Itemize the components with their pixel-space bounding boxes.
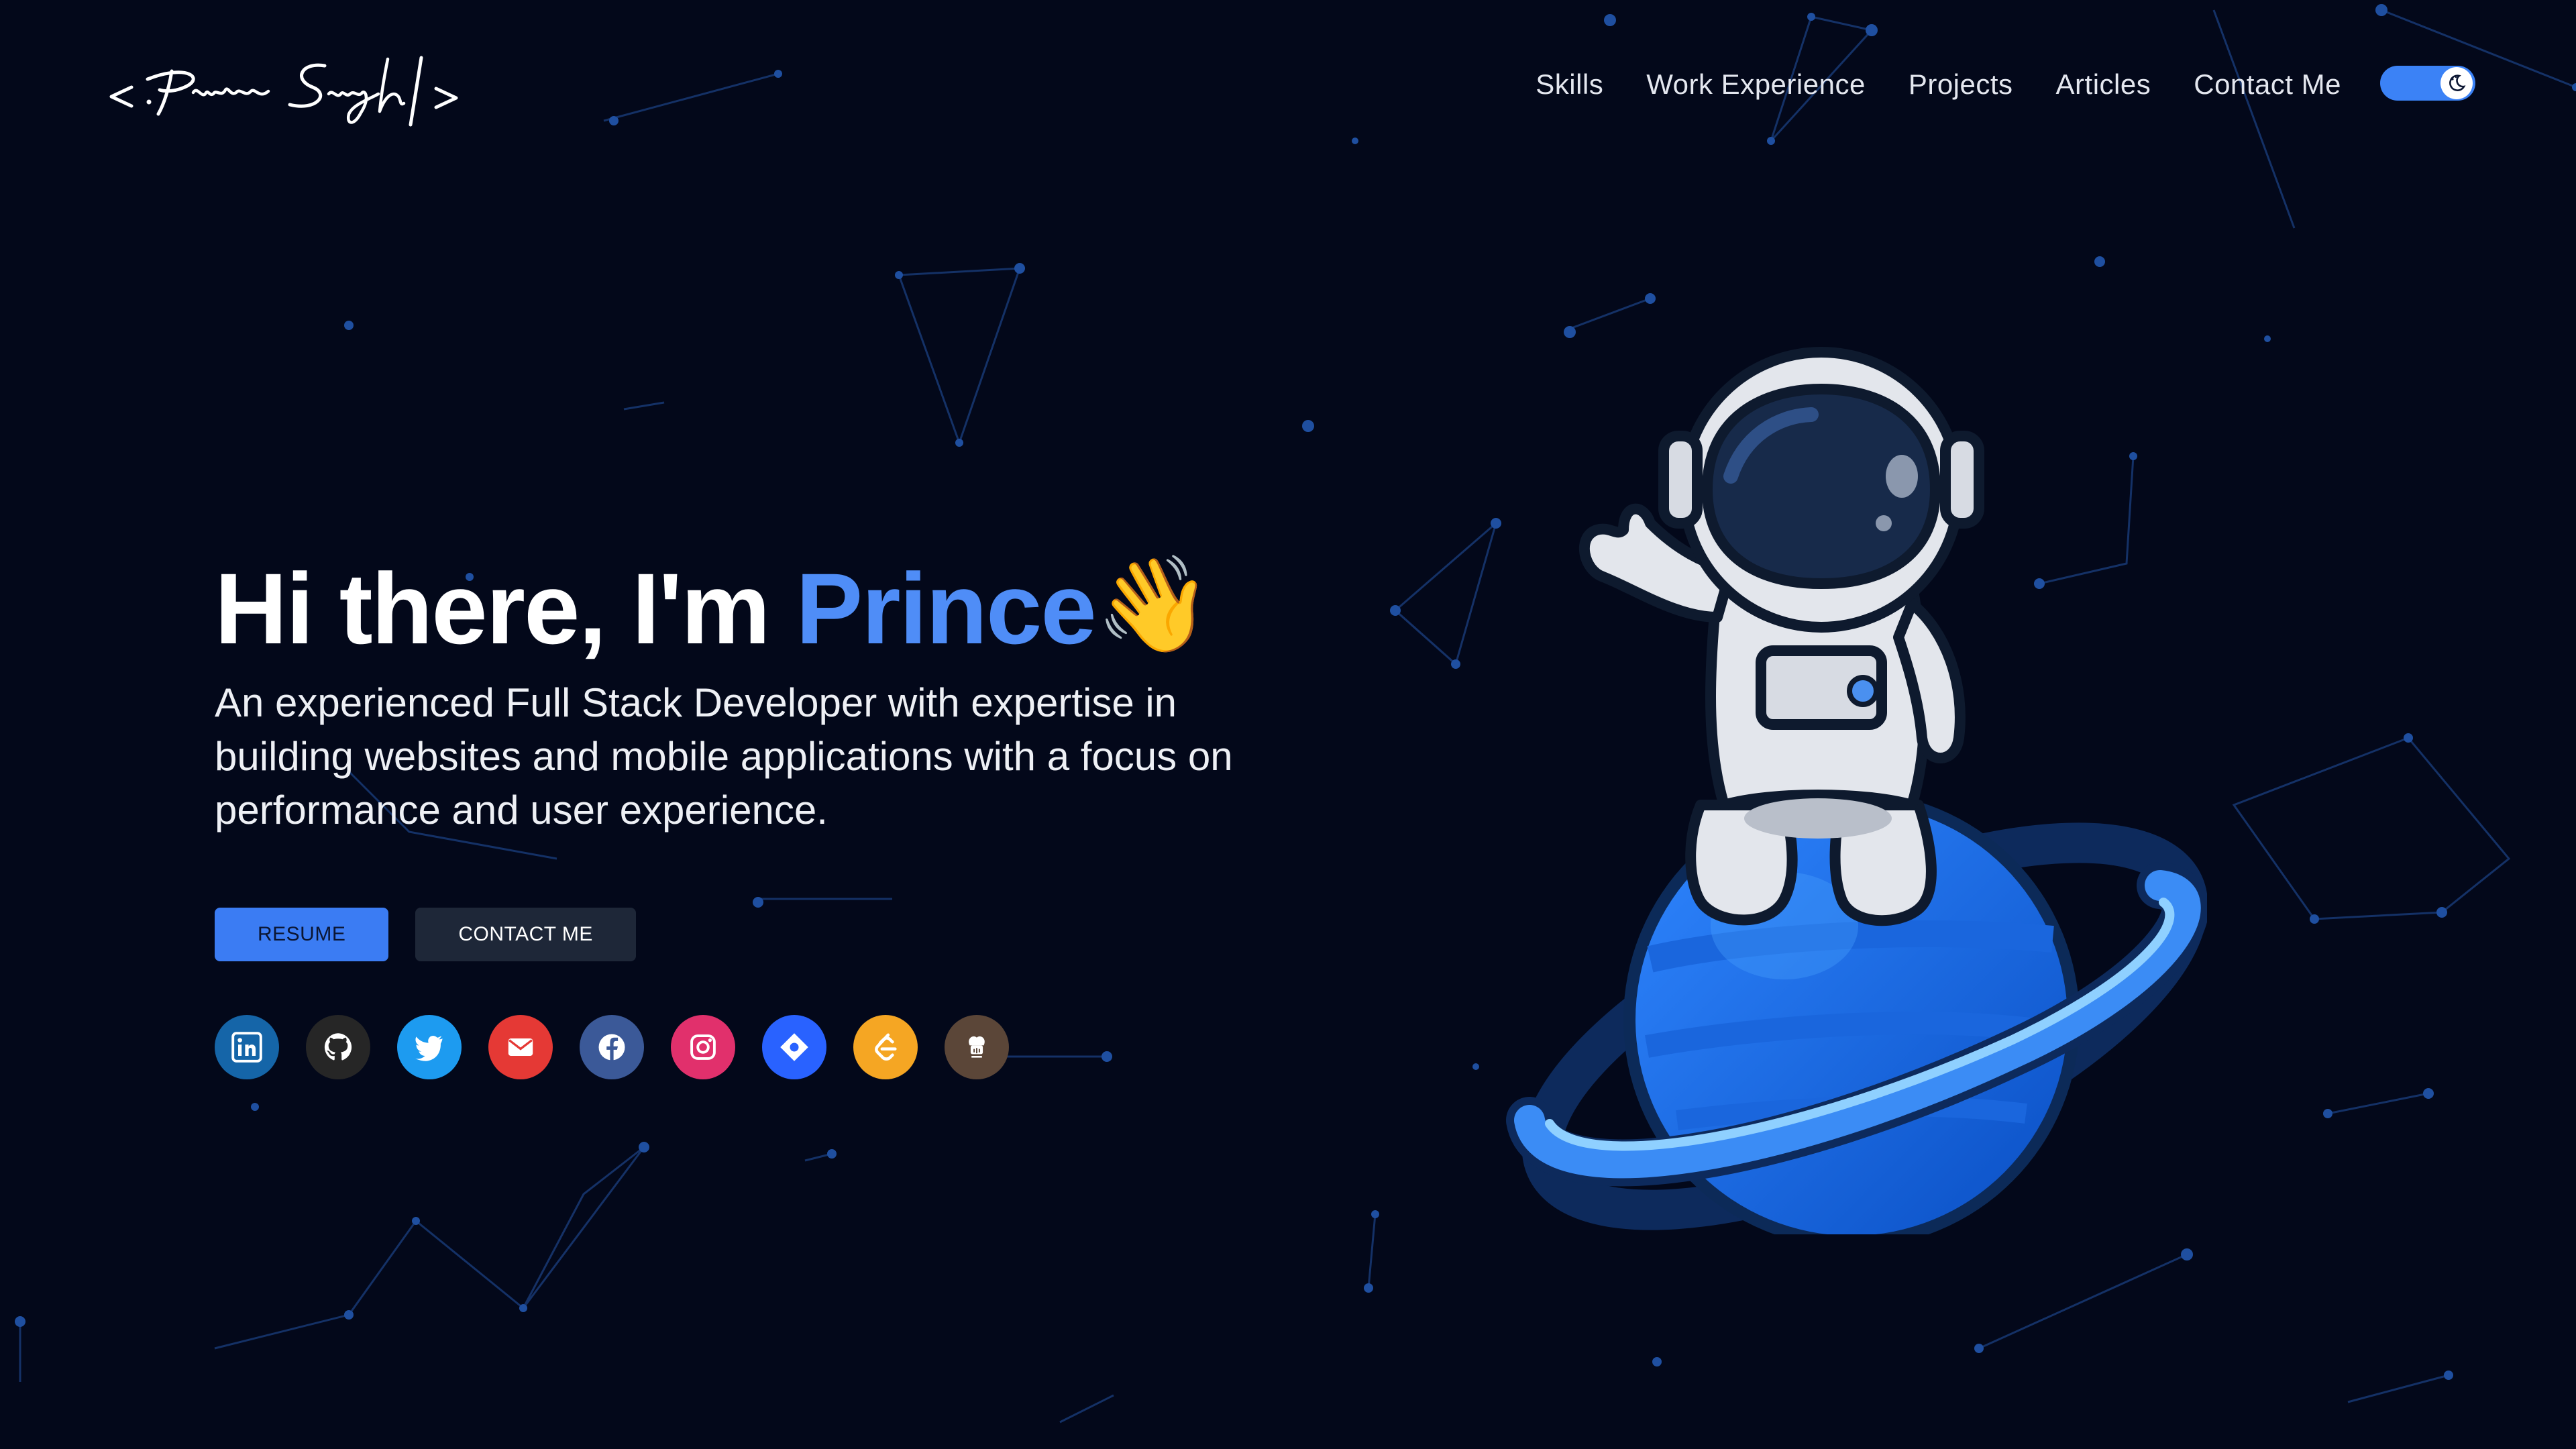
twitter-icon: [415, 1035, 443, 1061]
github-link[interactable]: [306, 1015, 370, 1079]
hashnode-icon: [780, 1033, 808, 1061]
twitter-link[interactable]: [397, 1015, 462, 1079]
hashnode-link[interactable]: [762, 1015, 826, 1079]
hero-buttons: RESUME CONTACT ME: [215, 908, 636, 961]
instagram-icon: [690, 1034, 716, 1060]
hero-section: Hi there, I'm Prince👋 An experienced Ful…: [215, 550, 1355, 837]
codechef-link[interactable]: [945, 1015, 1009, 1079]
linkedin-link[interactable]: [215, 1015, 279, 1079]
contact-me-button[interactable]: CONTACT ME: [415, 908, 636, 961]
leetcode-link[interactable]: [853, 1015, 918, 1079]
hero-description: An experienced Full Stack Developer with…: [215, 680, 1233, 833]
facebook-link[interactable]: [580, 1015, 644, 1079]
social-links: [215, 1015, 1009, 1079]
toggle-knob: [2440, 67, 2473, 99]
waving-hand-icon: 👋: [1095, 551, 1212, 657]
facebook-icon: [598, 1034, 625, 1061]
astronaut-planet-illustration: [1506, 347, 2207, 1234]
portfolio-page: Skills Work Experience Projects Articles…: [0, 0, 2576, 1449]
nav-projects[interactable]: Projects: [1909, 68, 2013, 101]
main-nav: Skills Work Experience Projects Articles…: [1536, 64, 2341, 105]
moon-icon: [2449, 74, 2466, 91]
nav-work-experience[interactable]: Work Experience: [1646, 68, 1866, 101]
hero-greeting: Hi there, I'm: [215, 552, 796, 665]
email-icon: [508, 1038, 533, 1056]
leetcode-icon: [875, 1033, 897, 1061]
instagram-link[interactable]: [671, 1015, 735, 1079]
email-link[interactable]: [488, 1015, 553, 1079]
nav-articles[interactable]: Articles: [2056, 68, 2151, 101]
signature-logo[interactable]: [107, 32, 503, 133]
github-icon: [324, 1033, 352, 1061]
hero-heading: Hi there, I'm Prince👋: [215, 550, 1355, 667]
linkedin-icon: [231, 1032, 262, 1063]
hero-name: Prince: [796, 552, 1097, 665]
nav-contact-me[interactable]: Contact Me: [2194, 68, 2341, 101]
nav-skills[interactable]: Skills: [1536, 68, 1603, 101]
resume-button[interactable]: RESUME: [215, 908, 389, 961]
codechef-icon: [969, 1036, 985, 1058]
theme-toggle[interactable]: [2380, 66, 2475, 101]
